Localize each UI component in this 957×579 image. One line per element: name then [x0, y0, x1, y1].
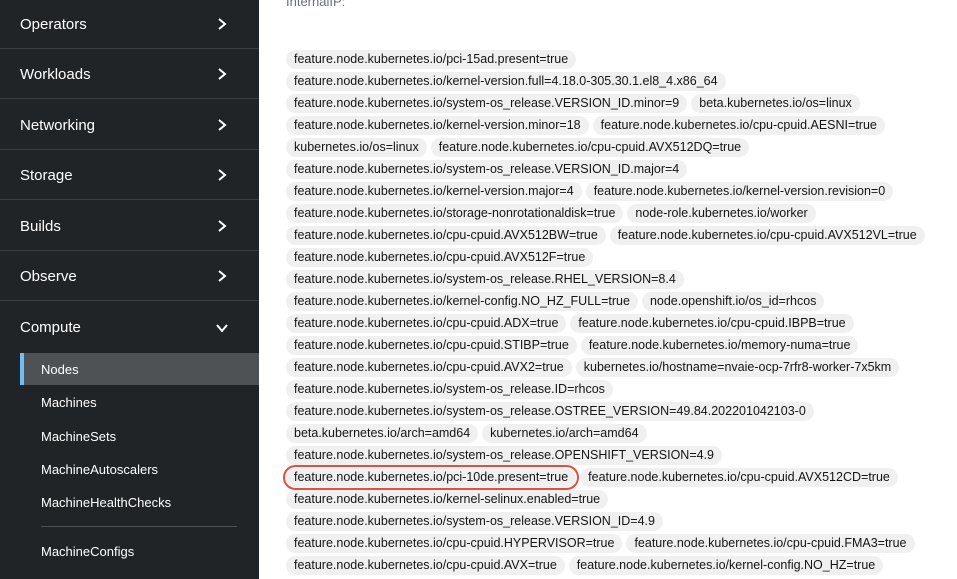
- label-chip[interactable]: feature.node.kubernetes.io/system-os_rel…: [286, 159, 688, 179]
- nav-section-compute[interactable]: Compute: [0, 303, 259, 352]
- sidebar-item-machineautoscalers[interactable]: MachineAutoscalers: [20, 453, 259, 485]
- label-row: feature.node.kubernetes.io/kernel-versio…: [286, 114, 946, 136]
- label-row: feature.node.kubernetes.io/cpu-cpuid.STI…: [286, 334, 946, 356]
- label-chip[interactable]: feature.node.kubernetes.io/kernel-config…: [568, 555, 884, 575]
- nav-section-label: Operators: [20, 15, 87, 33]
- nav-section-workloads[interactable]: Workloads: [0, 50, 259, 99]
- label-row: feature.node.kubernetes.io/system-os_rel…: [286, 158, 946, 180]
- label-chip[interactable]: feature.node.kubernetes.io/system-os_rel…: [286, 401, 814, 421]
- label-row: feature.node.kubernetes.io/system-os_rel…: [286, 268, 946, 290]
- nav-section-observe[interactable]: Observe: [0, 252, 259, 301]
- node-details-main: InternalIP: feature.node.kubernetes.io/p…: [259, 0, 957, 579]
- label-chip[interactable]: feature.node.kubernetes.io/cpu-cpuid.ADX…: [286, 313, 567, 333]
- label-row: feature.node.kubernetes.io/cpu-cpuid.AVX…: [286, 246, 946, 268]
- chevron-right-icon: [218, 169, 227, 181]
- label-row: feature.node.kubernetes.io/system-os_rel…: [286, 400, 946, 422]
- label-chip[interactable]: kubernetes.io/arch=amd64: [482, 423, 647, 443]
- sidebar-item-machineconfigs[interactable]: MachineConfigs: [20, 535, 259, 567]
- label-chip[interactable]: feature.node.kubernetes.io/cpu-cpuid.AVX…: [580, 467, 898, 487]
- internal-ip-label: InternalIP:: [286, 0, 346, 9]
- chevron-right-icon: [218, 270, 227, 282]
- label-chip[interactable]: feature.node.kubernetes.io/system-os_rel…: [286, 93, 688, 113]
- label-chip[interactable]: feature.node.kubernetes.io/cpu-cpuid.AVX…: [430, 137, 750, 157]
- sidebar-item-machinehealthchecks[interactable]: MachineHealthChecks: [20, 486, 259, 518]
- label-chip[interactable]: feature.node.kubernetes.io/memory-numa=t…: [580, 335, 859, 355]
- nav-section-operators[interactable]: Operators: [0, 0, 259, 49]
- label-chip[interactable]: feature.node.kubernetes.io/kernel-versio…: [286, 181, 582, 201]
- sidebar-item-machines[interactable]: Machines: [20, 386, 259, 418]
- label-row: feature.node.kubernetes.io/system-os_rel…: [286, 92, 946, 114]
- sidebar-item-machinesets[interactable]: MachineSets: [20, 420, 259, 452]
- label-row: kubernetes.io/os=linux feature.node.kuber…: [286, 136, 946, 158]
- label-row: feature.node.kubernetes.io/pci-10de.pres…: [282, 464, 946, 490]
- label-row: feature.node.kubernetes.io/kernel-selinu…: [286, 488, 946, 510]
- label-row: feature.node.kubernetes.io/storage-nonro…: [286, 202, 946, 224]
- label-chip[interactable]: feature.node.kubernetes.io/system-os_rel…: [286, 269, 684, 289]
- label-row: feature.node.kubernetes.io/cpu-cpuid.AVX…: [286, 356, 946, 378]
- label-chip[interactable]: feature.node.kubernetes.io/cpu-cpuid.IBP…: [570, 313, 854, 333]
- label-chip[interactable]: feature.node.kubernetes.io/kernel-versio…: [585, 181, 894, 201]
- nav-section-label: Observe: [20, 267, 77, 285]
- label-row: beta.kubernetes.io/arch=amd64 kubernetes.…: [286, 422, 946, 444]
- label-chip[interactable]: feature.node.kubernetes.io/system-os_rel…: [286, 445, 722, 465]
- sidebar-divider: [41, 526, 237, 527]
- label-chip[interactable]: feature.node.kubernetes.io/system-os_rel…: [286, 511, 663, 531]
- label-chip[interactable]: feature.node.kubernetes.io/cpu-cpuid.FMA…: [626, 533, 915, 553]
- chevron-right-icon: [218, 18, 227, 30]
- node-labels-list: feature.node.kubernetes.io/pci-15ad.pres…: [282, 48, 946, 576]
- label-chip[interactable]: feature.node.kubernetes.io/cpu-cpuid.HYP…: [286, 533, 623, 553]
- label-row: feature.node.kubernetes.io/pci-15ad.pres…: [286, 48, 946, 70]
- label-chip[interactable]: feature.node.kubernetes.io/kernel-versio…: [286, 115, 589, 135]
- label-chip[interactable]: feature.node.kubernetes.io/kernel-versio…: [286, 71, 726, 91]
- nav-section-networking[interactable]: Networking: [0, 101, 259, 150]
- label-chip[interactable]: feature.node.kubernetes.io/cpu-cpuid.AVX…: [286, 555, 565, 575]
- chevron-right-icon: [218, 68, 227, 80]
- label-chip[interactable]: feature.node.kubernetes.io/storage-nonro…: [286, 203, 624, 223]
- label-chip[interactable]: feature.node.kubernetes.io/cpu-cpuid.AVX…: [286, 357, 572, 377]
- label-chip[interactable]: kubernetes.io/hostname=nvaie-ocp-7rfr8-w…: [575, 357, 900, 377]
- label-row: feature.node.kubernetes.io/cpu-cpuid.AVX…: [286, 224, 946, 246]
- label-chip[interactable]: feature.node.kubernetes.io/pci-15ad.pres…: [286, 49, 577, 69]
- nav-section-label: Workloads: [20, 65, 91, 83]
- label-chip[interactable]: node.openshift.io/os_id=rhcos: [641, 291, 825, 311]
- label-row: feature.node.kubernetes.io/system-os_rel…: [286, 510, 946, 532]
- label-row: feature.node.kubernetes.io/cpu-cpuid.HYP…: [286, 532, 946, 554]
- label-chip-highlighted[interactable]: feature.node.kubernetes.io/pci-10de.pres…: [282, 464, 580, 490]
- label-chip[interactable]: feature.node.kubernetes.io/cpu-cpuid.AVX…: [286, 225, 606, 245]
- nav-section-label: Compute: [20, 319, 81, 336]
- sidebar-nav: Operators Workloads Networking Storage B…: [0, 0, 259, 579]
- label-row: feature.node.kubernetes.io/system-os_rel…: [286, 378, 946, 400]
- label-chip[interactable]: feature.node.kubernetes.io/cpu-cpuid.AVX…: [286, 247, 594, 267]
- label-chip[interactable]: feature.node.kubernetes.io/kernel-config…: [286, 291, 638, 311]
- nav-section-label: Networking: [20, 116, 96, 134]
- label-row: feature.node.kubernetes.io/system-os_rel…: [286, 444, 946, 466]
- label-chip[interactable]: feature.node.kubernetes.io/system-os_rel…: [286, 379, 613, 399]
- chevron-down-icon: [216, 323, 228, 333]
- label-chip[interactable]: beta.kubernetes.io/arch=amd64: [286, 423, 479, 443]
- label-row: feature.node.kubernetes.io/kernel-versio…: [286, 70, 946, 92]
- nav-section-label: Builds: [20, 217, 61, 235]
- label-row: feature.node.kubernetes.io/kernel-versio…: [286, 180, 946, 202]
- label-chip[interactable]: feature.node.kubernetes.io/cpu-cpuid.STI…: [286, 335, 577, 355]
- label-chip[interactable]: feature.node.kubernetes.io/kernel-selinu…: [286, 489, 609, 509]
- label-chip[interactable]: feature.node.kubernetes.io/cpu-cpuid.AVX…: [609, 225, 925, 245]
- sidebar-item-nodes[interactable]: Nodes: [20, 353, 259, 385]
- label-chip[interactable]: beta.kubernetes.io/os=linux: [691, 93, 860, 113]
- nav-section-builds[interactable]: Builds: [0, 202, 259, 251]
- label-row: feature.node.kubernetes.io/cpu-cpuid.ADX…: [286, 312, 946, 334]
- label-chip[interactable]: kubernetes.io/os=linux: [286, 137, 427, 157]
- label-chip[interactable]: feature.node.kubernetes.io/cpu-cpuid.AES…: [592, 115, 885, 135]
- nav-section-storage[interactable]: Storage: [0, 151, 259, 200]
- chevron-right-icon: [218, 220, 227, 232]
- chevron-right-icon: [218, 119, 227, 131]
- label-row: feature.node.kubernetes.io/kernel-config…: [286, 290, 946, 312]
- label-chip[interactable]: node-role.kubernetes.io/worker: [627, 203, 816, 223]
- label-row: feature.node.kubernetes.io/cpu-cpuid.AVX…: [286, 554, 946, 576]
- nav-section-label: Storage: [20, 166, 73, 184]
